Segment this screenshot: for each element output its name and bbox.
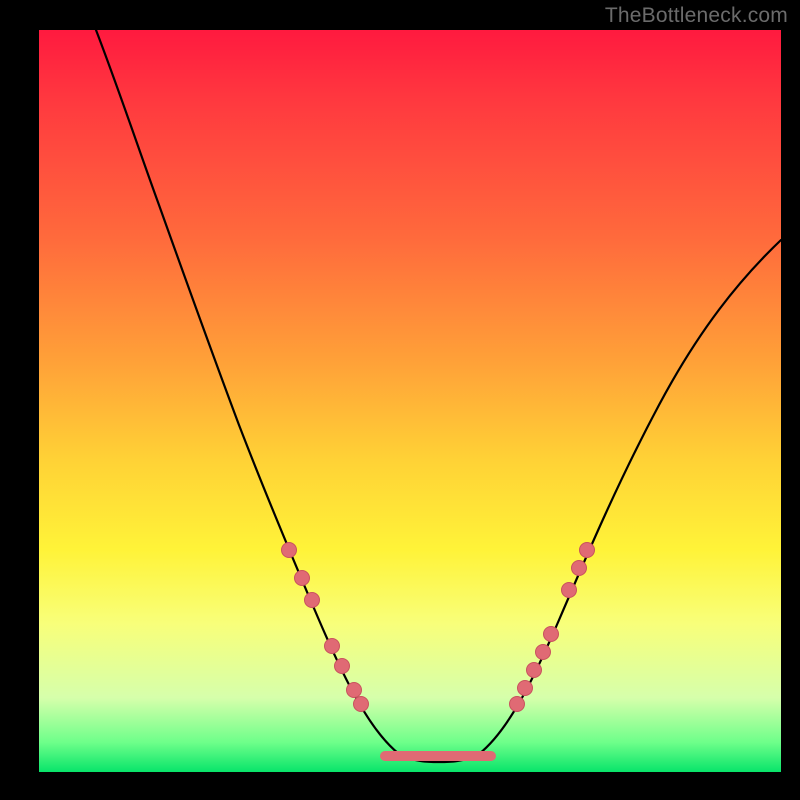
curve-dot [295, 571, 310, 586]
curve-dot [335, 659, 350, 674]
curve-dot [510, 697, 525, 712]
chart-frame: TheBottleneck.com [0, 0, 800, 800]
curve-dot [544, 627, 559, 642]
curve-dot [580, 543, 595, 558]
curve-dot [282, 543, 297, 558]
curve-dot [347, 683, 362, 698]
bottleneck-curve-svg [39, 30, 781, 772]
curve-dot [527, 663, 542, 678]
curve-dot [354, 697, 369, 712]
curve-dot [305, 593, 320, 608]
curve-dot [572, 561, 587, 576]
bottleneck-curve [96, 30, 781, 762]
curve-dot [536, 645, 551, 660]
curve-dot [562, 583, 577, 598]
curve-dot [518, 681, 533, 696]
plot-area [39, 30, 781, 772]
watermark-text: TheBottleneck.com [605, 4, 788, 28]
curve-dot [325, 639, 340, 654]
